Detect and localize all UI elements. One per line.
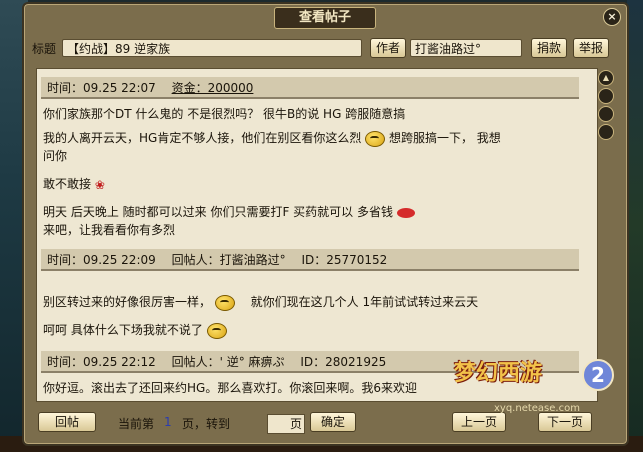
post-line: 你们家族那个DT 什么鬼的 不是很烈吗？ 很牛B的说 HG 跨服随意搞 (43, 107, 406, 121)
post-header: 时间：09.25 22:09 回帖人：打酱油路过° ID：25770152 (41, 249, 579, 271)
post-id: ID：28021925 (300, 355, 387, 369)
author-field: 打酱油路过° (410, 39, 522, 57)
post-replier: 回帖人：打酱油路过° (171, 253, 286, 267)
post-line: 敢不敢接 ❀ (43, 177, 105, 192)
scroll-up-icon[interactable]: ▲ (598, 70, 614, 86)
logo-number: 2 (582, 359, 614, 391)
post-line: 我的人离开云天，HG肯定不够人接，他们在别区看你这么烈 想跨服搞一下， 我想 (43, 130, 501, 147)
post-line: 明天 后天晚上 随时都可以过来 你们只需要打F 买药就可以 多省钱 (43, 203, 415, 220)
confirm-button[interactable]: 确定 (310, 412, 356, 432)
post-header: 时间：09.25 22:07 资金：200000 (41, 77, 579, 99)
post-time: 时间：09.25 22:07 (47, 81, 156, 95)
report-button[interactable]: 举报 (573, 38, 609, 58)
post-line: 呵呵 具体什么下场我就不说了 (43, 321, 227, 339)
scroll-thumb[interactable] (598, 106, 614, 122)
author-button[interactable]: 作者 (370, 38, 406, 58)
smiley-emoticon-icon (214, 294, 235, 311)
post-line: 别区转过来的好像很厉害一样， 就你们现在这几个人 1年前试试转过来云天 (43, 294, 479, 311)
current-page-label: 当前第 (118, 417, 155, 431)
post-line: 问你 (43, 149, 68, 163)
post-time: 时间：09.25 22:12 (47, 355, 156, 369)
close-icon[interactable]: × (603, 8, 621, 26)
current-page-number: 1 (164, 415, 172, 429)
page-label: 页 (290, 417, 303, 431)
post-time: 时间：09.25 22:09 (47, 253, 156, 267)
game-logo: 梦幻西游 2 xyq.netease.com (454, 355, 634, 425)
logo-url: xyq.netease.com (494, 403, 580, 414)
post-line: 来吧，让我看看你有多烈 (43, 223, 176, 237)
post-funds: 资金：200000 (171, 81, 254, 95)
subject-label: 标题 (32, 42, 57, 56)
reply-button[interactable]: 回帖 (38, 412, 96, 432)
smiley-emoticon-icon (206, 322, 227, 339)
smiley-emoticon-icon (365, 130, 386, 147)
goto-label: 页，转到 (182, 417, 231, 431)
rose-emoticon-icon: ❀ (94, 177, 105, 192)
donate-button[interactable]: 捐款 (531, 38, 567, 58)
window-title: 查看帖子 (274, 7, 376, 29)
post-content-area[interactable]: 时间：09.25 22:07 资金：200000 你们家族那个DT 什么鬼的 不… (36, 68, 598, 402)
titlebar: 查看帖子 × (24, 4, 627, 29)
scrollbar[interactable]: ▲ (598, 68, 614, 400)
post-replier: 回帖人：' 逆° 麻痹ぷ (171, 355, 285, 369)
scroll-thumb[interactable] (598, 124, 614, 140)
post-line: 你好逗。滚出去了还回来约HG。那么喜欢打。你滚回来啊。我6来欢迎 (43, 381, 417, 395)
post-id: ID：25770152 (301, 253, 388, 267)
scroll-thumb[interactable] (598, 88, 614, 104)
lips-emoticon-icon (396, 207, 415, 218)
subject-field: 【约战】89 逆家族 (62, 39, 362, 57)
